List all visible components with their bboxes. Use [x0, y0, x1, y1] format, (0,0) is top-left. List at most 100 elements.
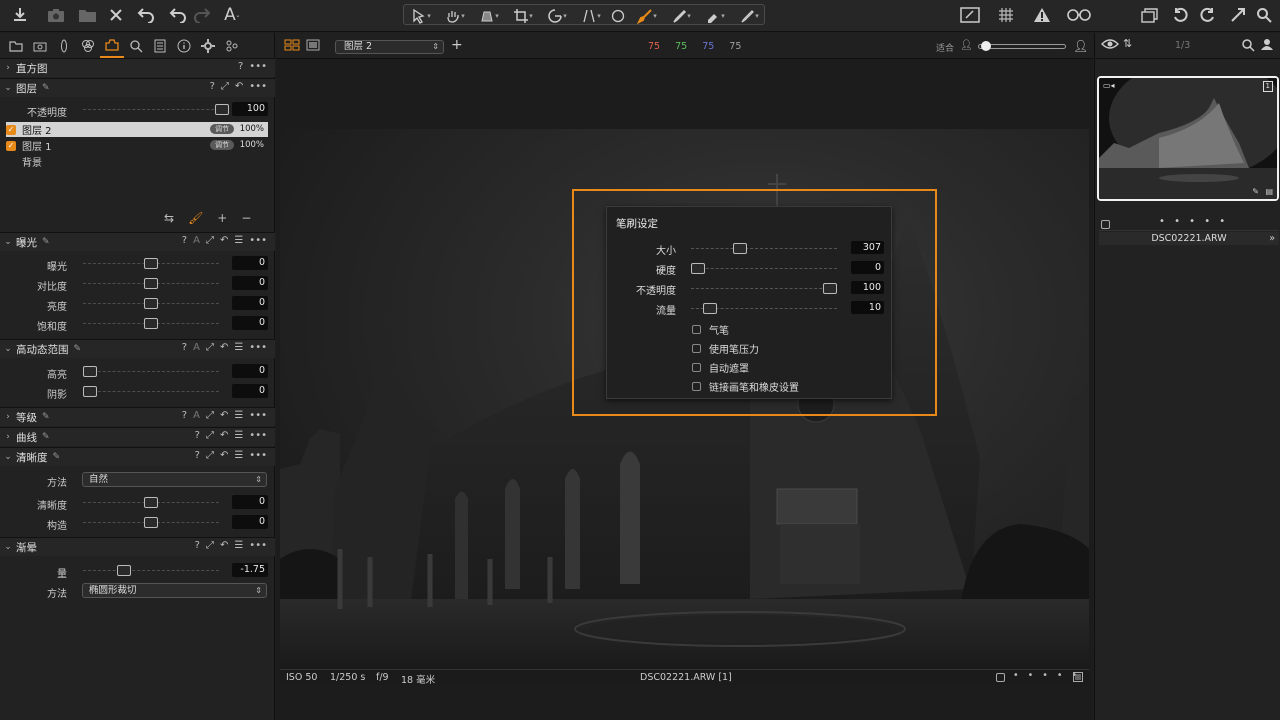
- pin-icon[interactable]: ✎: [53, 452, 61, 462]
- expand-arrow-icon[interactable]: ⌄: [0, 344, 16, 354]
- fullscreen-icon[interactable]: ⤢: [206, 410, 214, 421]
- import-icon[interactable]: [8, 4, 32, 26]
- loupe-tool-icon[interactable]: ▾: [474, 5, 504, 27]
- select-tool-icon[interactable]: ▾: [406, 5, 436, 27]
- fullscreen-icon[interactable]: ⤢: [206, 235, 214, 246]
- slider-knob[interactable]: [117, 565, 132, 576]
- lens-tab-icon[interactable]: [52, 34, 76, 58]
- slider-value[interactable]: 100: [851, 281, 884, 294]
- menu-icon[interactable]: ☰: [234, 342, 243, 353]
- reset-icon[interactable]: ↶: [220, 430, 228, 441]
- brush-tool-icon[interactable]: ▾: [632, 5, 662, 27]
- gradient-tool-icon[interactable]: ▾: [734, 5, 764, 27]
- help-icon[interactable]: ?: [210, 81, 215, 92]
- picker-tool-icon[interactable]: ▾: [666, 5, 696, 27]
- pin-icon[interactable]: ✎: [42, 432, 50, 442]
- fullscreen-icon[interactable]: ⤢: [206, 450, 214, 461]
- search-icon[interactable]: [1252, 4, 1276, 26]
- more-icon[interactable]: •••: [249, 430, 267, 441]
- brush-layer-icon[interactable]: 🖌︎: [188, 211, 203, 225]
- slider-knob[interactable]: [83, 366, 97, 377]
- pan-tool-icon[interactable]: ▾: [440, 5, 470, 27]
- layers-tab-icon[interactable]: [100, 34, 124, 58]
- opacity-slider[interactable]: [83, 104, 229, 115]
- layer-checkbox[interactable]: ✓: [6, 140, 16, 151]
- slider-knob[interactable]: [691, 263, 705, 274]
- vignette-amount-value[interactable]: -1.75: [232, 563, 268, 577]
- slider-value[interactable]: 0: [232, 515, 268, 529]
- pin-icon[interactable]: ✎: [42, 83, 50, 93]
- more-icon[interactable]: •••: [249, 410, 267, 421]
- more-icon[interactable]: •••: [249, 342, 267, 353]
- layer-row[interactable]: ✓ 图层 1 调节 100%: [6, 138, 268, 153]
- slider-track[interactable]: [691, 243, 837, 254]
- slider-value[interactable]: 307: [851, 241, 884, 254]
- reset-icon[interactable]: ↶: [220, 450, 228, 461]
- text-icon[interactable]: Aˇ: [220, 4, 244, 26]
- auto-icon[interactable]: A: [193, 342, 200, 353]
- fullscreen-icon[interactable]: ⤢: [221, 81, 229, 92]
- select-checkbox[interactable]: [1101, 220, 1110, 229]
- slider-knob[interactable]: [144, 258, 158, 269]
- reset-icon[interactable]: ↶: [220, 410, 228, 421]
- vignette-section-header[interactable]: ⌄ 渐晕 ? ⤢ ↶ ☰ •••: [0, 537, 275, 556]
- layer-row[interactable]: ✓ 图层 2 调节 100%: [6, 122, 268, 137]
- search-people-icon[interactable]: [1241, 38, 1255, 52]
- close-icon[interactable]: [104, 4, 128, 26]
- remove-layer-icon[interactable]: −: [241, 211, 251, 225]
- edit-pencil-icon[interactable]: ✎: [1252, 187, 1259, 196]
- multi-view-icon[interactable]: [284, 39, 300, 51]
- help-icon[interactable]: ?: [238, 61, 243, 72]
- rotate-right-icon[interactable]: [1196, 4, 1220, 26]
- expand-arrow-icon[interactable]: ⌄: [0, 83, 16, 93]
- library-tab-icon[interactable]: [4, 34, 28, 58]
- adjustments-tab-icon[interactable]: [148, 34, 172, 58]
- opacity-value[interactable]: 100: [232, 102, 268, 116]
- vignette-slider[interactable]: [83, 565, 219, 576]
- slider-knob[interactable]: [215, 104, 229, 115]
- collapse-arrow-icon[interactable]: ›: [0, 432, 16, 442]
- color-tab-icon[interactable]: [76, 34, 100, 58]
- menu-icon[interactable]: ☰: [234, 450, 243, 461]
- rotate-tool-icon[interactable]: ▾: [542, 5, 572, 27]
- pin-icon[interactable]: ✎: [74, 344, 82, 354]
- rating-dots[interactable]: • • • • •: [1013, 670, 1080, 681]
- pin-icon[interactable]: ✎: [42, 412, 50, 422]
- eye-icon[interactable]: [1101, 38, 1119, 50]
- help-icon[interactable]: ?: [182, 410, 187, 421]
- menu-icon[interactable]: ☰: [234, 540, 243, 551]
- rating-dots[interactable]: • • • • •: [1159, 216, 1228, 227]
- slider-track[interactable]: [83, 366, 219, 377]
- help-icon[interactable]: ?: [182, 342, 187, 353]
- expand-icon[interactable]: [1226, 4, 1250, 26]
- add-layer-icon[interactable]: +: [217, 211, 227, 225]
- zoom-knob[interactable]: [981, 41, 991, 51]
- checkbox-box[interactable]: [692, 324, 701, 334]
- slider-track[interactable]: [83, 497, 219, 508]
- thumbnail-selected[interactable]: ▭◂ 1 ✎ ▤: [1097, 76, 1279, 201]
- spot-tool-icon[interactable]: [606, 5, 630, 27]
- vignette-method-select[interactable]: 椭圆形裁切 ⇕: [82, 583, 267, 598]
- slider-knob[interactable]: [144, 517, 158, 528]
- clarity-method-select[interactable]: 自然 ⇕: [82, 472, 267, 487]
- slider-knob[interactable]: [702, 303, 717, 314]
- pin-icon[interactable]: ✎: [42, 237, 50, 247]
- slider-value[interactable]: 0: [232, 296, 268, 310]
- brush-option-checkbox[interactable]: 链接画笔和橡皮设置: [692, 379, 872, 394]
- user-icon[interactable]: [1261, 38, 1273, 50]
- help-icon[interactable]: ?: [182, 235, 187, 246]
- folder-export-icon[interactable]: [76, 4, 100, 26]
- more-icon[interactable]: •••: [249, 540, 267, 551]
- details-tab-icon[interactable]: [124, 34, 148, 58]
- menu-icon[interactable]: ☰: [234, 235, 243, 246]
- layer-select[interactable]: 图层 2 ⇕: [335, 40, 444, 54]
- eraser-tool-icon[interactable]: ▾: [700, 5, 730, 27]
- brush-option-checkbox[interactable]: 自动遮罩: [692, 360, 872, 375]
- edit-icon[interactable]: [958, 4, 982, 26]
- slider-knob[interactable]: [144, 318, 158, 329]
- slider-track[interactable]: [691, 283, 837, 294]
- slider-track[interactable]: [691, 303, 837, 314]
- expand-arrow-icon[interactable]: ⌄: [0, 237, 16, 247]
- slider-value[interactable]: 0: [232, 316, 268, 330]
- rotate-left-icon[interactable]: [1168, 4, 1192, 26]
